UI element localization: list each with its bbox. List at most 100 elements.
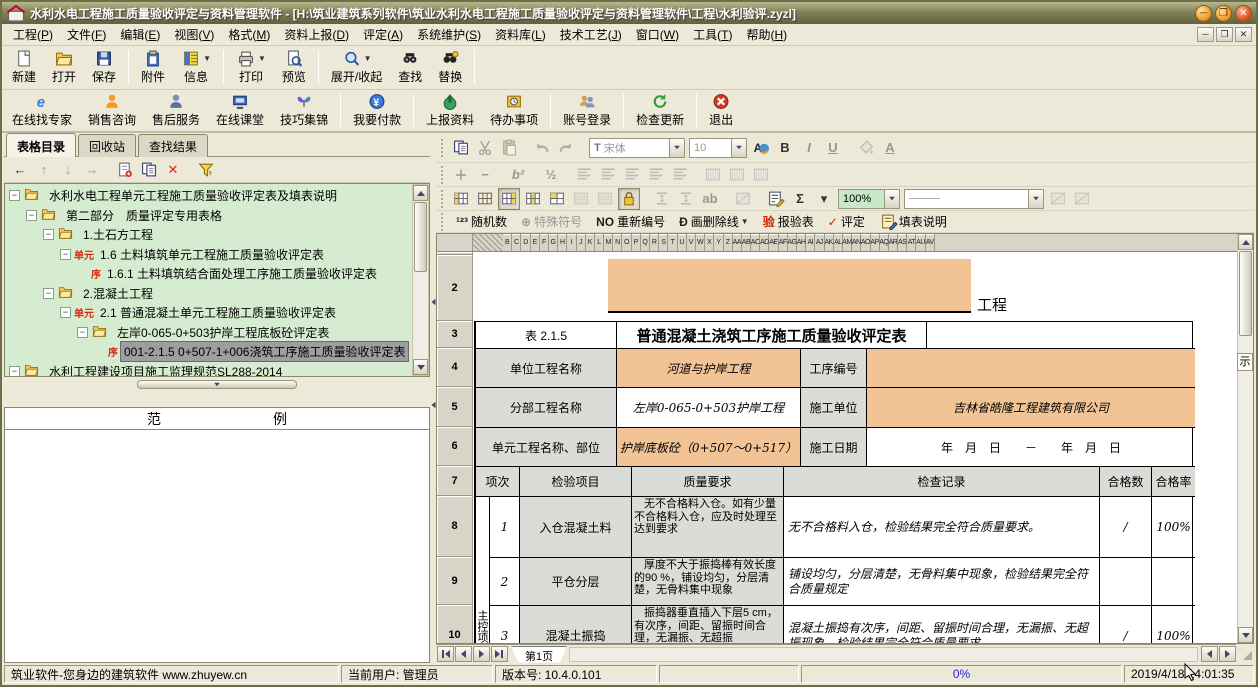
fraction-button[interactable]: ½ [540,164,562,186]
row-header-9[interactable]: 9 [437,557,472,605]
cell-check-item[interactable]: 平仓分层 [520,558,632,606]
find-button[interactable]: 查找 [390,47,430,88]
superscript-button[interactable]: b² [507,164,529,186]
cell-category-label[interactable]: 主控项目 [476,606,490,643]
cell-check-item[interactable]: 混凝土振捣 [520,606,632,643]
column-header-AU[interactable]: AU [916,234,925,251]
cut-button[interactable] [474,137,496,159]
text-color-button[interactable]: A [879,137,901,159]
scroll-down-icon[interactable] [1238,627,1253,643]
resize-grip[interactable] [1236,644,1254,663]
menu-item-2[interactable]: 编辑(E) [113,24,167,45]
column-header-AA[interactable]: AA [733,234,742,251]
inspection-form-button[interactable]: 验报验表 [756,210,821,233]
tree-item[interactable]: −2.混凝土工程 [5,284,412,304]
tree-item[interactable]: −单元2.1 普通混凝土单元工程施工质量验收评定表 [5,303,412,323]
check-update-button[interactable]: 检查更新 [628,91,692,130]
sum-menu-button[interactable]: ▾ [813,188,835,210]
merge-paragraph-button[interactable] [573,164,595,186]
column-header-AJ[interactable]: AJ [815,234,824,251]
column-header-X[interactable]: X [705,234,714,251]
row-spacing-decrease-button[interactable] [675,188,697,210]
column-header-AH[interactable]: AH [797,234,806,251]
tree-item[interactable]: −1.土石方工程 [5,225,412,245]
cell-quality-req[interactable]: 厚度不大于振捣棒有效长度的90 %，铺设均匀，分层清楚，无骨料集中现象 [632,558,784,606]
cell-category-strip[interactable] [476,497,490,558]
cell-header-check-item[interactable]: 检验项目 [520,467,632,497]
prev-sheet-button[interactable] [455,646,472,662]
menu-item-5[interactable]: 资料上报(D) [277,24,356,45]
paste-button[interactable] [498,137,520,159]
dropdown-arrow-icon[interactable]: ▼ [364,54,372,63]
tree-item[interactable]: −第二部分 质量评定专用表格 [5,206,412,226]
border-color-button[interactable] [1047,188,1069,210]
renumber-button[interactable]: NO重新编号 [589,210,672,233]
cell-value-construction-unit[interactable]: 吉林省皓隆工程建筑有限公司 [867,388,1195,428]
column-header-S[interactable]: S [659,234,668,251]
online-expert-button[interactable]: e在线找专家 [4,91,80,130]
random-number-button[interactable]: ¹²³随机数 [449,210,514,233]
tree-item[interactable]: −水利水电工程单元工程施工质量验收评定表及填表说明 [5,186,412,206]
last-sheet-button[interactable] [491,646,508,662]
fill-color-button[interactable] [855,137,877,159]
column-header-H[interactable]: H [558,234,567,251]
column-header-O[interactable]: O [622,234,631,251]
tab-回收站[interactable]: 回收站 [78,134,136,157]
column-header-C[interactable]: C [512,234,521,251]
cell-check-item[interactable]: 入仓混凝土料 [520,497,632,558]
column-header-P[interactable]: P [632,234,641,251]
print-button[interactable]: ▼打印 [228,47,274,88]
splitter-left-arrow-icon[interactable] [431,402,435,408]
column-header-AT[interactable]: AT [907,234,916,251]
horizontal-scrollbar[interactable] [569,647,1198,662]
minimize-button[interactable]: ─ [1195,5,1212,22]
hscroll-right-icon[interactable] [1219,646,1236,662]
tree-scroll-down-icon[interactable] [413,359,428,375]
attachment-button[interactable]: 附件 [133,47,173,88]
horizontal-splitter[interactable] [4,377,430,392]
font-color-picker-button[interactable]: A [750,137,772,159]
tips-collection-button[interactable]: 技巧集锦 [272,91,336,130]
menu-item-10[interactable]: 窗口(W) [629,24,686,45]
copy-button[interactable] [450,137,472,159]
cell-item-no[interactable]: 3 [490,606,520,643]
font-size-dropdown-icon[interactable] [731,139,746,157]
next-sheet-button[interactable] [473,646,490,662]
cell-quality-req[interactable]: 振捣器垂直插入下层5 cm，有次序，间距、留振时间合理，无漏振、无超振 [632,606,784,643]
column-header-I[interactable]: I [567,234,576,251]
row-header-4[interactable]: 4 [437,348,472,387]
line-style-dropdown-icon[interactable] [1028,190,1043,208]
cell-check-record[interactable]: 无不合格料入仓，检验结果完全符合质量要求。 [784,497,1100,558]
fill-instructions-button[interactable]: 填表说明 [872,210,954,233]
splitter-left-arrow-icon[interactable] [431,299,435,305]
evaluate-button[interactable]: ✓评定 [821,210,872,233]
cell-label-element-name[interactable]: 单元工程名称、部位 [476,428,617,467]
align-right-button[interactable] [645,164,667,186]
tree-scroll-up-icon[interactable] [413,185,428,201]
cell-header-check-record[interactable]: 检查记录 [784,467,1100,497]
column-header-AM[interactable]: AM [843,234,852,251]
sheet-tab[interactable]: 第1页 [511,646,567,663]
row-header-7[interactable]: 7 [437,466,472,496]
fill-pattern-2-button[interactable] [594,188,616,210]
column-header-L[interactable]: L [595,234,604,251]
menu-item-6[interactable]: 评定(A) [356,24,410,45]
sales-consult-button[interactable]: 销售咨询 [80,91,144,130]
toolbar-grip[interactable] [441,139,446,157]
exit-button[interactable]: 退出 [701,91,741,130]
font-family-combobox[interactable]: T宋体 [589,138,685,158]
tree-item[interactable]: −左岸0-065-0+503护岸工程底板砼评定表 [5,323,412,343]
open-button[interactable]: 打开 [44,47,84,88]
menu-item-0[interactable]: 工程(P) [6,24,60,45]
tree-expander-icon[interactable]: − [9,366,20,376]
dropdown-arrow-icon[interactable]: ▼ [258,54,266,63]
cell-pass-count[interactable]: / [1100,606,1152,643]
cell-value-division-project[interactable]: 左岸0-065-0+503护岸工程 [617,388,801,428]
menu-item-3[interactable]: 视图(V) [167,24,221,45]
column-header-AI[interactable]: AI [806,234,815,251]
row-header-10[interactable]: 10 [437,605,472,643]
cell-label-division-project[interactable]: 分部工程名称 [476,388,617,428]
tab-查找结果[interactable]: 查找结果 [138,134,208,157]
close-button[interactable]: ✕ [1235,5,1252,22]
row-header-2[interactable]: 2 [437,255,472,321]
